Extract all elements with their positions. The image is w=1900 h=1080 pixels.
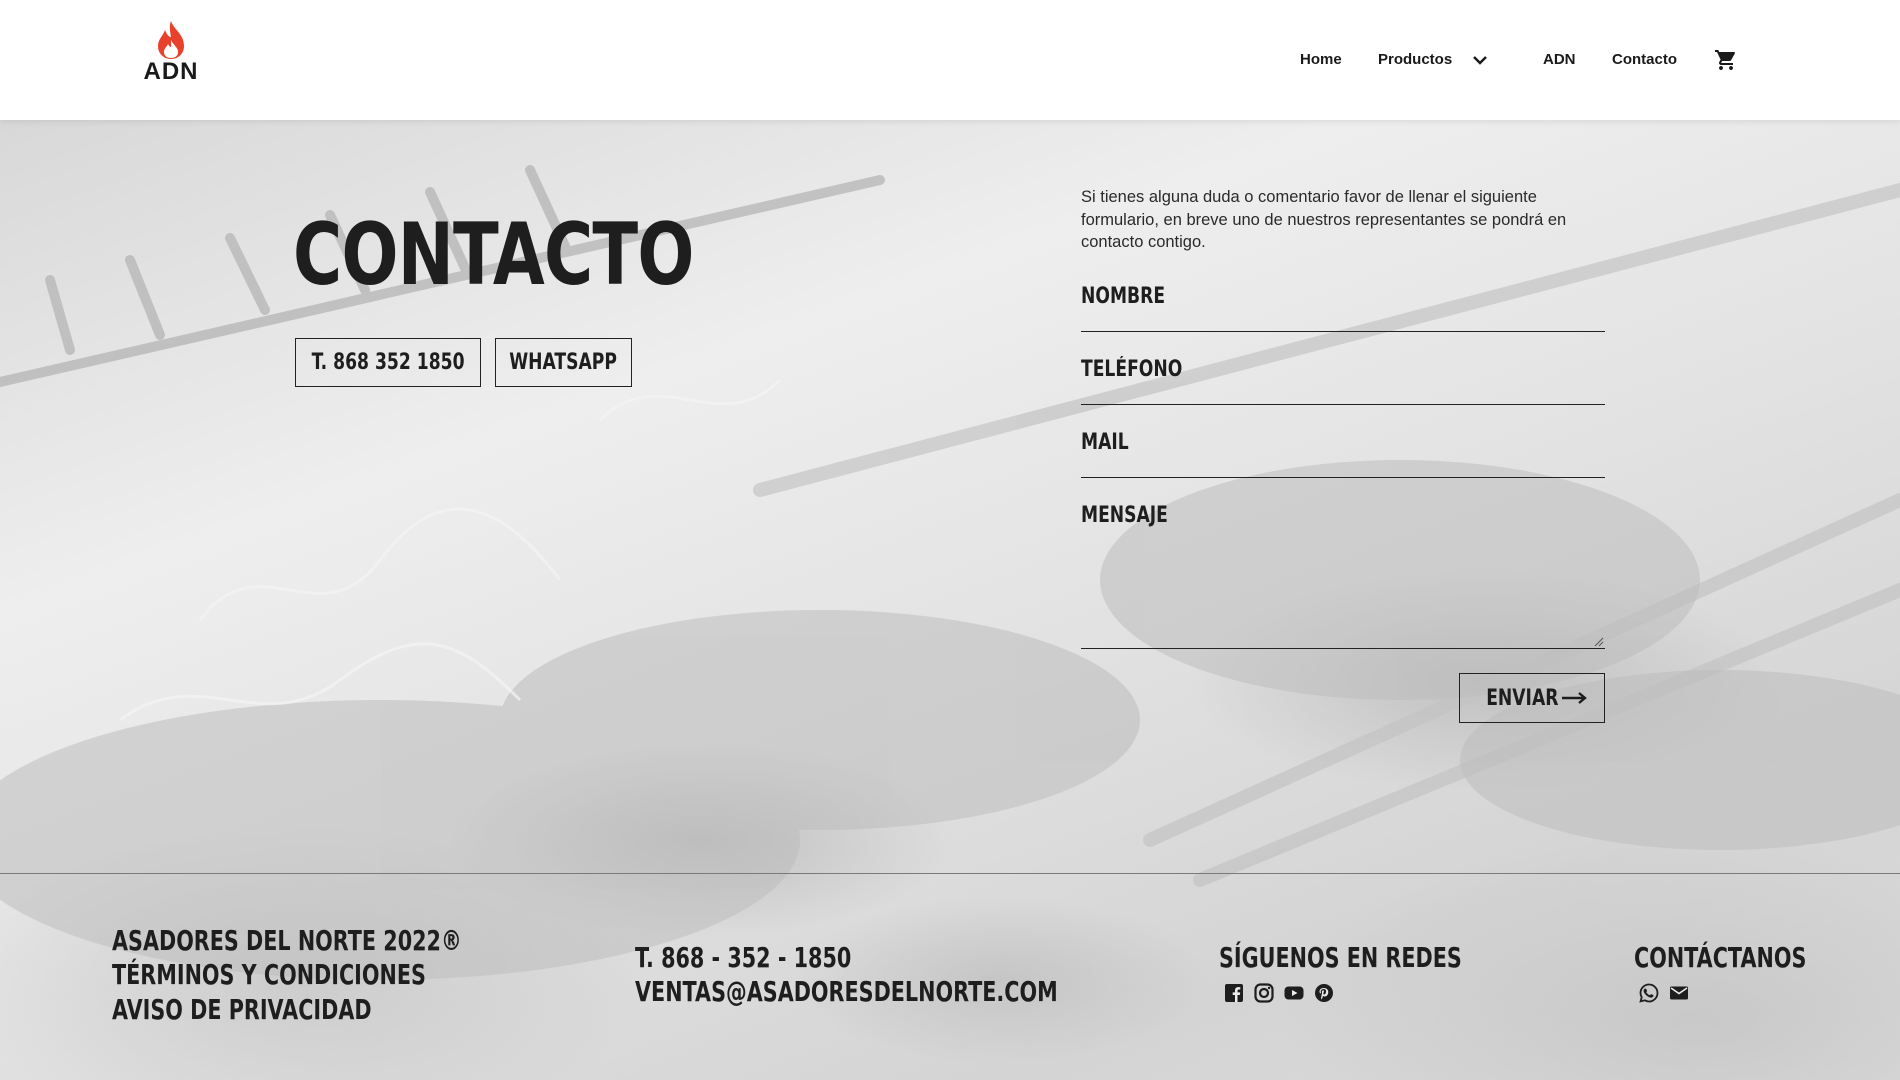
nav-adn[interactable]: ADN <box>1543 48 1576 72</box>
social-icons <box>1224 983 1334 1003</box>
name-label: NOMBRE <box>1081 284 1166 309</box>
nav-contact[interactable]: Contacto <box>1612 48 1677 72</box>
mail-label: MAIL <box>1081 430 1129 455</box>
footer-contact-title: CONTÁCTANOS <box>1634 941 1807 974</box>
main-nav: Home Productos ADN Contacto <box>0 48 1900 72</box>
facebook-icon[interactable] <box>1224 983 1244 1003</box>
message-textarea[interactable]: MENSAJE <box>1081 503 1605 649</box>
resize-handle-icon[interactable] <box>1594 637 1604 647</box>
name-field[interactable]: NOMBRE <box>1081 284 1605 332</box>
pinterest-icon[interactable] <box>1314 983 1334 1003</box>
page-title: CONTACTO <box>293 205 694 305</box>
footer-company: ASADORES DEL NORTE 2022® <box>112 924 462 957</box>
mail-icon[interactable] <box>1669 983 1689 1003</box>
cart-icon[interactable] <box>1714 48 1738 77</box>
submit-button[interactable]: ENVIAR <box>1459 673 1605 723</box>
submit-label: ENVIAR <box>1485 685 1559 711</box>
whatsapp-button[interactable]: WHATSAPP <box>495 338 632 387</box>
whatsapp-icon[interactable] <box>1639 983 1659 1003</box>
footer-privacy-link[interactable]: AVISO DE PRIVACIDAD <box>112 993 372 1027</box>
message-label: MENSAJE <box>1081 503 1168 528</box>
footer-email[interactable]: VENTAS@ASADORESDELNORTE.COM <box>635 975 1058 1009</box>
whatsapp-button-label: WHATSAPP <box>509 350 618 375</box>
phone-button[interactable]: T. 868 352 1850 <box>295 338 481 387</box>
contact-icons <box>1639 983 1689 1003</box>
instagram-icon[interactable] <box>1254 983 1274 1003</box>
footer-terms-link[interactable]: TÉRMINOS Y CONDICIONES <box>112 958 426 992</box>
phone-label: TELÉFONO <box>1081 357 1183 382</box>
youtube-icon[interactable] <box>1284 983 1304 1003</box>
form-intro: Si tienes alguna duda o comentario favor… <box>1081 188 1567 251</box>
nav-products[interactable]: Productos <box>1378 48 1452 72</box>
mail-field[interactable]: MAIL <box>1081 430 1605 478</box>
phone-button-label: T. 868 352 1850 <box>311 350 465 375</box>
footer-social-title: SÍGUENOS EN REDES <box>1219 941 1462 974</box>
site-header: ADN Home Productos ADN Contacto <box>0 0 1900 120</box>
nav-home[interactable]: Home <box>1300 48 1342 72</box>
phone-field[interactable]: TELÉFONO <box>1081 357 1605 405</box>
footer-phone[interactable]: T. 868 - 352 - 1850 <box>635 941 851 975</box>
chevron-down-icon[interactable] <box>1470 48 1490 77</box>
footer-divider <box>0 873 1900 874</box>
arrow-right-icon <box>1562 692 1588 704</box>
